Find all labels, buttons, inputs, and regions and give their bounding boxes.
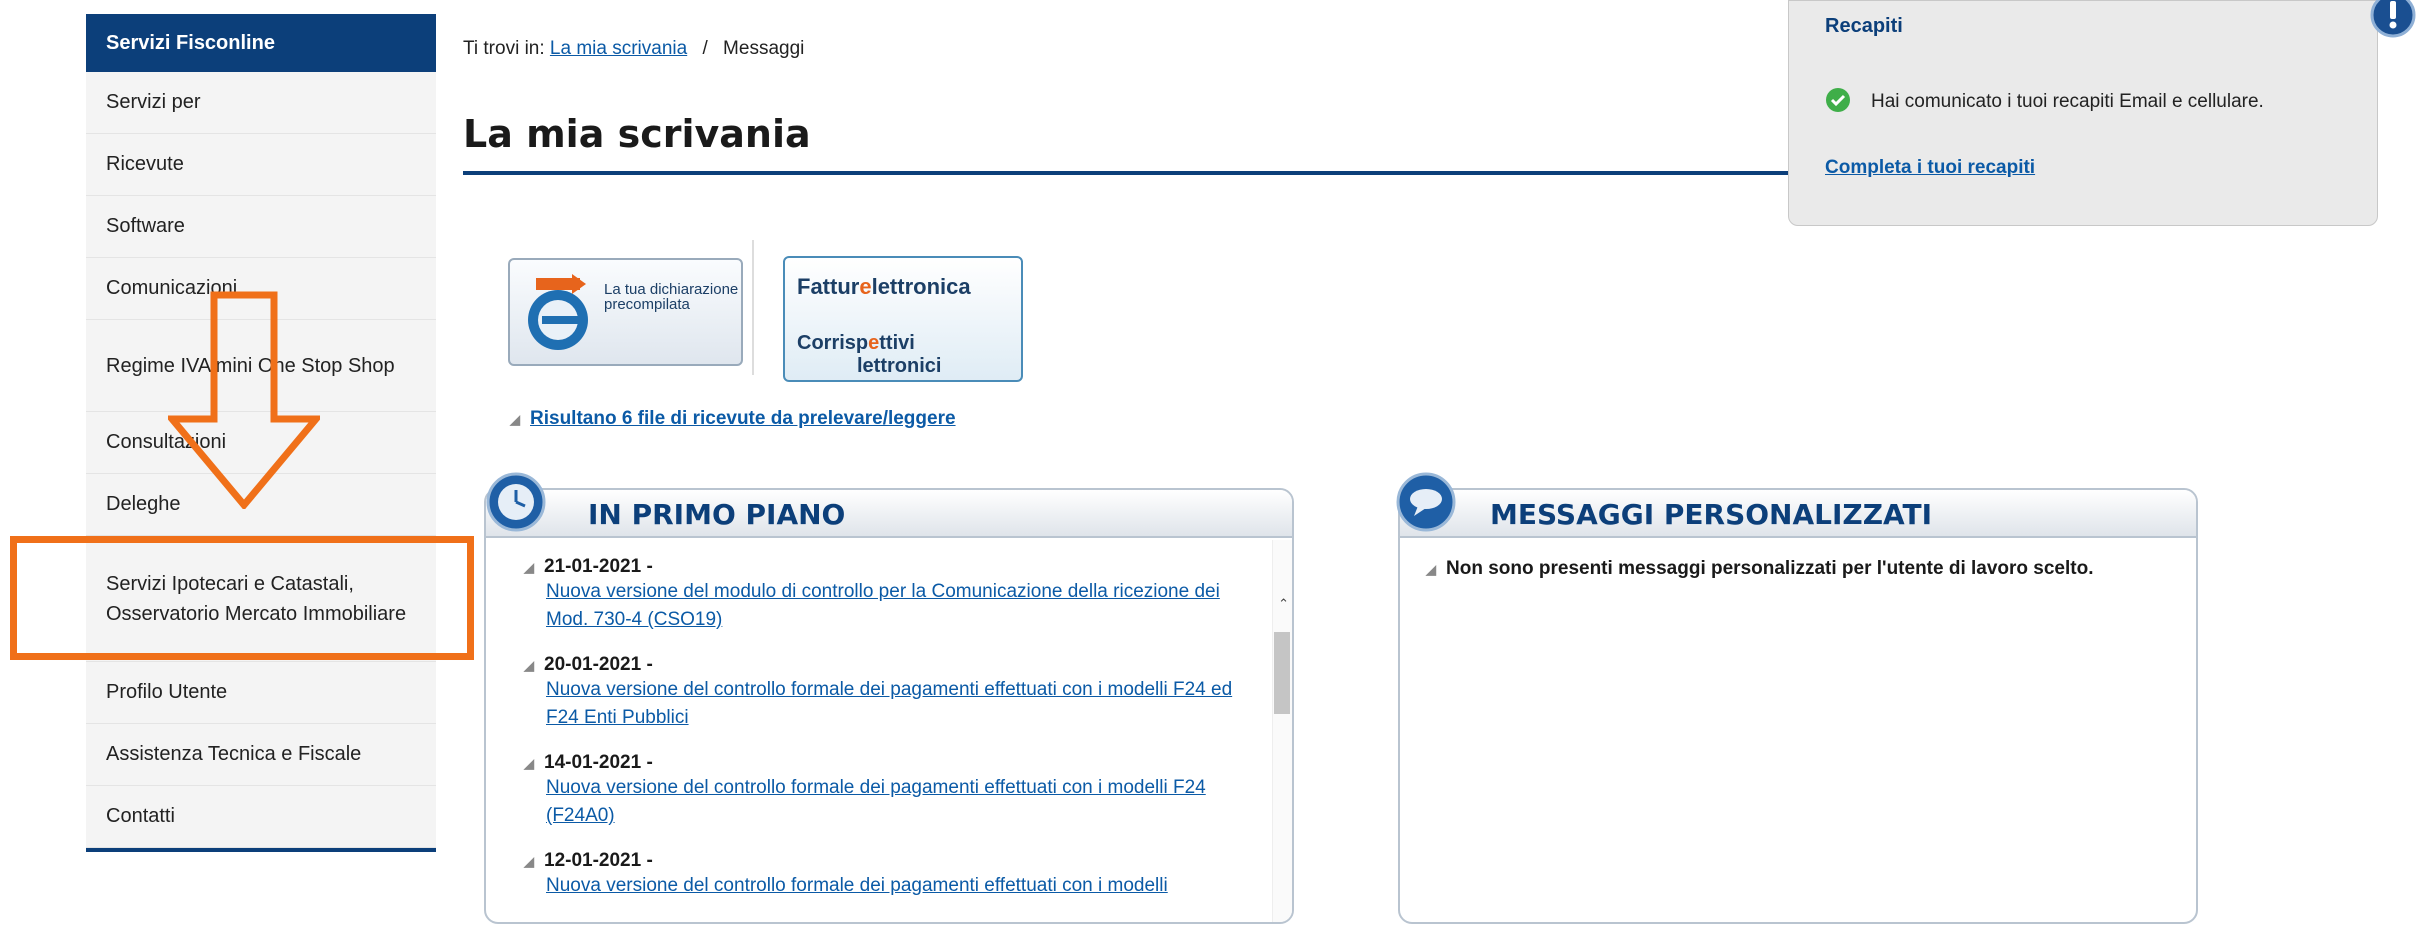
news-date: 14-01-2021 -	[544, 752, 653, 773]
bullet-icon: ◢	[524, 854, 534, 869]
sidebar-item-profilo-utente[interactable]: Profilo Utente	[86, 662, 436, 724]
news-date: 20-01-2021 -	[544, 654, 653, 675]
recapiti-message: Hai comunicato i tuoi recapiti Email e c…	[1871, 91, 2264, 112]
sidebar-item-software[interactable]: Software	[86, 196, 436, 258]
precompilata-label: La tua dichiarazione precompilata	[604, 281, 739, 313]
speech-bubble-icon	[1396, 472, 1456, 532]
in-primo-piano-header: IN PRIMO PIANO	[486, 490, 1292, 538]
banner-divider	[752, 240, 754, 375]
fattura-elettronica-label: Fatturelettronica	[797, 274, 971, 299]
bullet-icon: ◢	[524, 756, 534, 771]
news-link[interactable]: Nuova versione del controllo formale dei…	[524, 676, 1246, 732]
in-primo-piano-panel: IN PRIMO PIANO ◢ 21-01-2021 - Nuova versi…	[484, 488, 1294, 924]
recapiti-title: Recapiti	[1825, 15, 1903, 37]
bullet-icon: ◢	[524, 658, 534, 673]
recapiti-box: Recapiti Hai comunicato i tuoi recapiti …	[1788, 0, 2378, 226]
bullet-icon: ◢	[524, 560, 534, 575]
check-circle-icon	[1826, 88, 1850, 112]
receipts-link[interactable]: Risultano 6 file di ricevute da prelevar…	[530, 408, 956, 429]
sidebar-bottom-rule	[86, 848, 436, 852]
bullet-icon: ◢	[1426, 562, 1436, 577]
receipts-notice: ◢ Risultano 6 file di ricevute da preleva…	[510, 408, 956, 430]
breadcrumb-link-scrivania[interactable]: La mia scrivania	[550, 38, 687, 59]
sidebar-header[interactable]: Servizi Fisconline	[86, 14, 436, 72]
breadcrumb-separator: /	[702, 38, 708, 59]
in-primo-piano-title: IN PRIMO PIANO	[588, 498, 846, 531]
completa-recapiti-link[interactable]: Completa i tuoi recapiti	[1825, 157, 2035, 179]
sidebar-item-ricevute[interactable]: Ricevute	[86, 134, 436, 196]
sidebar-item-servizi-ipotecari[interactable]: Servizi Ipotecari e Catastali, Osservato…	[86, 536, 436, 662]
news-scrollbar[interactable]: ⌃ ⌄	[1272, 540, 1292, 922]
precompilata-logo-icon	[528, 274, 588, 350]
breadcrumb-current: Messaggi	[723, 38, 805, 59]
sidebar-item-assistenza[interactable]: Assistenza Tecnica e Fiscale	[86, 724, 436, 786]
fattura-elettronica-banner[interactable]: Fatturelettronica Corrispettivi lettroni…	[783, 256, 1023, 382]
news-list[interactable]: ◢ 21-01-2021 - Nuova versione del modulo …	[486, 540, 1276, 922]
sidebar-item-regime-iva[interactable]: Regime IVA mini One Stop Shop	[86, 320, 436, 412]
messaggi-header: MESSAGGI PERSONALIZZATI	[1400, 490, 2196, 538]
clock-icon	[486, 472, 546, 532]
news-date: 21-01-2021 -	[544, 556, 653, 577]
title-rule	[463, 171, 1803, 175]
messaggi-title: MESSAGGI PERSONALIZZATI	[1490, 498, 1933, 531]
bullet-icon: ◢	[510, 412, 520, 427]
news-link[interactable]: Nuova versione del modulo di controllo p…	[524, 578, 1246, 634]
list-item: ◢ 21-01-2021 - Nuova versione del modulo …	[524, 556, 1246, 634]
precompilata-banner[interactable]: La tua dichiarazione precompilata	[508, 258, 743, 366]
list-item: ◢ 12-01-2021 - Nuova versione del control…	[524, 850, 1246, 900]
breadcrumb-prefix: Ti trovi in:	[463, 38, 545, 59]
news-link[interactable]: Nuova versione del controllo formale dei…	[524, 872, 1246, 900]
page-title: La mia scrivania	[463, 112, 811, 156]
sidebar: Servizi Fisconline Servizi per Ricevute …	[86, 14, 436, 852]
news-date: 12-01-2021 -	[544, 850, 653, 871]
scroll-up-icon[interactable]: ⌃	[1278, 596, 1289, 612]
messaggi-personalizzati-panel: MESSAGGI PERSONALIZZATI ◢ Non sono presen…	[1398, 488, 2198, 924]
scroll-thumb[interactable]	[1274, 632, 1290, 714]
sidebar-item-contatti[interactable]: Contatti	[86, 786, 436, 848]
sidebar-item-comunicazioni[interactable]: Comunicazioni	[86, 258, 436, 320]
sidebar-item-consultazioni[interactable]: Consultazioni	[86, 412, 436, 474]
breadcrumb: Ti trovi in: La mia scrivania / Messaggi	[463, 38, 804, 60]
corrispettivi-elettronici-label: Corrispettivi lettronici	[797, 332, 942, 377]
messaggi-empty-text: ◢ Non sono presenti messaggi personalizza…	[1426, 558, 2094, 579]
list-item: ◢ 14-01-2021 - Nuova versione del control…	[524, 752, 1246, 830]
news-link[interactable]: Nuova versione del controllo formale dei…	[524, 774, 1246, 830]
sidebar-item-deleghe[interactable]: Deleghe	[86, 474, 436, 536]
alert-icon[interactable]	[2370, 0, 2416, 38]
list-item: ◢ 20-01-2021 - Nuova versione del control…	[524, 654, 1246, 732]
sidebar-item-servizi-per[interactable]: Servizi per	[86, 72, 436, 134]
